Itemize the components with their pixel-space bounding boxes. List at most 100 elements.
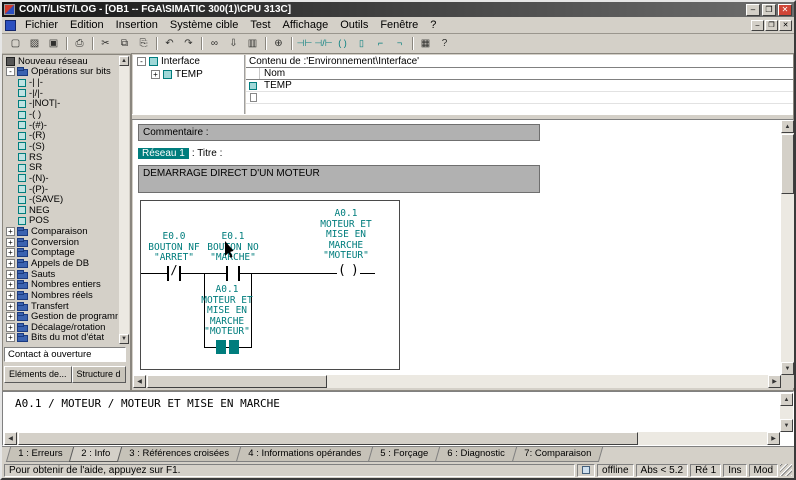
no-contact-bar[interactable]: [226, 266, 228, 281]
print-icon[interactable]: ⎙: [70, 35, 89, 52]
tree-item[interactable]: -(S): [4, 141, 118, 152]
toolbar-button[interactable]: [153, 35, 160, 52]
collapse-toggle-icon[interactable]: -: [137, 57, 146, 66]
resize-grip[interactable]: [780, 464, 792, 476]
expand-toggle-icon[interactable]: -: [6, 67, 15, 77]
tree-item[interactable]: + Bits du mot d'état: [4, 332, 118, 343]
editor-vertical-scrollbar[interactable]: ▲ ▼: [781, 120, 794, 375]
copy-icon[interactable]: ⧉: [115, 35, 134, 52]
scroll-down-icon[interactable]: ▼: [119, 334, 129, 344]
tree-item[interactable]: -|/|-: [4, 88, 118, 99]
monitor-glasses-icon[interactable]: ∞: [205, 35, 224, 52]
scrollbar-thumb[interactable]: [18, 432, 638, 445]
output-tab[interactable]: 5 : Forçage: [368, 447, 441, 462]
menu-item[interactable]: Fenêtre: [374, 18, 424, 32]
coil-symbol[interactable]: ): [350, 263, 360, 278]
scroll-up-icon[interactable]: ▲: [781, 120, 794, 133]
tree-item[interactable]: + Décalage/rotation: [4, 322, 118, 333]
expand-toggle-icon[interactable]: +: [6, 333, 15, 343]
output-tab[interactable]: 4 : Informations opérandes: [236, 447, 374, 462]
scroll-down-icon[interactable]: ▼: [780, 419, 793, 432]
tree-item[interactable]: + Sauts: [4, 269, 118, 280]
tree-item[interactable]: -|NOT|-: [4, 98, 118, 109]
scroll-up-icon[interactable]: ▲: [780, 393, 793, 406]
network-badge[interactable]: Réseau 1: [138, 148, 189, 159]
tree-item[interactable]: - Opérations sur bits: [4, 66, 118, 77]
tree-item[interactable]: + Comptage: [4, 247, 118, 258]
scroll-up-icon[interactable]: ▲: [119, 56, 129, 66]
box-icon[interactable]: ▯: [352, 35, 371, 52]
output-tab[interactable]: 2 : Info: [69, 447, 123, 462]
tree-item[interactable]: SR: [4, 162, 118, 173]
tree-row-interface[interactable]: - Interface: [133, 55, 244, 68]
tree-item[interactable]: -(R): [4, 130, 118, 141]
info-horizontal-scrollbar[interactable]: ◀ ▶: [4, 432, 780, 445]
network-title-field[interactable]: DEMARRAGE DIRECT D'UN MOTEUR: [138, 165, 540, 193]
tree-item[interactable]: + Nombres entiers: [4, 279, 118, 290]
no-contact-label[interactable]: E0.1 BOUTON NO "MARCHE": [193, 231, 273, 264]
scroll-left-icon[interactable]: ◀: [133, 375, 146, 388]
expand-toggle-icon[interactable]: +: [151, 70, 160, 79]
expand-toggle-icon[interactable]: +: [6, 312, 15, 322]
contact-nc-icon[interactable]: ⊣/⊢: [314, 35, 333, 52]
open-branch-icon[interactable]: ⌐: [371, 35, 390, 52]
selected-contact-bar[interactable]: [229, 340, 239, 354]
minimize-button[interactable]: –: [746, 3, 760, 16]
expand-toggle-icon[interactable]: +: [6, 227, 15, 237]
tree-item[interactable]: -( ): [4, 109, 118, 120]
parallel-contact-label[interactable]: A0.1 MOTEUR ET MISE EN MARCHE "MOTEUR": [187, 284, 267, 338]
menu-item[interactable]: Outils: [334, 18, 374, 32]
tree-item[interactable]: -(P)-: [4, 184, 118, 195]
close-button[interactable]: ✕: [778, 3, 792, 16]
menu-item[interactable]: Edition: [64, 18, 110, 32]
coil-icon[interactable]: ( ): [333, 35, 352, 52]
child-close-button[interactable]: ✕: [779, 19, 792, 31]
menu-item[interactable]: Fichier: [19, 18, 64, 32]
tree-item[interactable]: NEG: [4, 205, 118, 216]
undo-icon[interactable]: ↶: [160, 35, 179, 52]
download-icon[interactable]: ⇩: [224, 35, 243, 52]
info-vertical-scrollbar[interactable]: ▲ ▼: [780, 393, 793, 432]
tree-item[interactable]: Nouveau réseau: [4, 56, 118, 67]
redo-icon[interactable]: ↷: [179, 35, 198, 52]
output-tab[interactable]: 7: Comparaison: [511, 447, 604, 462]
tree-item[interactable]: + Appels de DB: [4, 258, 118, 269]
tree-item[interactable]: + Nombres réels: [4, 290, 118, 301]
cut-icon[interactable]: ✂: [96, 35, 115, 52]
toolbar-button[interactable]: [89, 35, 96, 52]
block-comment-field[interactable]: Commentaire :: [138, 124, 540, 141]
menu-item[interactable]: ?: [424, 18, 442, 32]
tree-item[interactable]: -(#)-: [4, 120, 118, 131]
coil-label[interactable]: A0.1 MOTEUR ET MISE EN MARCHE "MOTEUR": [306, 208, 386, 262]
expand-toggle-icon[interactable]: +: [6, 269, 15, 279]
toolbar-button[interactable]: [288, 35, 295, 52]
sidebar-tab[interactable]: Structure d: [71, 366, 126, 383]
mdi-child-icon[interactable]: [5, 19, 16, 31]
expand-toggle-icon[interactable]: +: [6, 258, 15, 268]
tree-item[interactable]: -(N)-: [4, 173, 118, 184]
expand-toggle-icon[interactable]: +: [6, 301, 15, 311]
output-tab[interactable]: 1 : Erreurs: [5, 447, 75, 462]
expand-toggle-icon[interactable]: +: [6, 280, 15, 290]
output-tab[interactable]: 6 : Diagnostic: [435, 447, 518, 462]
toolbar-button[interactable]: [198, 35, 205, 52]
expand-toggle-icon[interactable]: +: [6, 237, 15, 247]
scroll-right-icon[interactable]: ▶: [767, 432, 780, 445]
new-icon[interactable]: ▢: [6, 35, 25, 52]
scroll-right-icon[interactable]: ▶: [768, 375, 781, 388]
contact-no-icon[interactable]: ⊣⊢: [295, 35, 314, 52]
save-icon[interactable]: ▣: [44, 35, 63, 52]
selected-contact-bar[interactable]: [216, 340, 226, 354]
paste-icon[interactable]: ⎘: [134, 35, 153, 52]
toolbar-button[interactable]: [63, 35, 70, 52]
close-branch-icon[interactable]: ¬: [390, 35, 409, 52]
menu-item[interactable]: Affichage: [277, 18, 335, 32]
no-contact-bar[interactable]: [238, 266, 240, 281]
app-icon[interactable]: [4, 4, 15, 15]
maximize-button[interactable]: ❐: [762, 3, 776, 16]
tree-item[interactable]: -(SAVE): [4, 194, 118, 205]
help-icon[interactable]: ?: [435, 35, 454, 52]
tree-row-temp[interactable]: + TEMP: [133, 68, 244, 81]
scrollbar-thumb[interactable]: [781, 134, 794, 194]
hardware-icon[interactable]: ▥: [243, 35, 262, 52]
